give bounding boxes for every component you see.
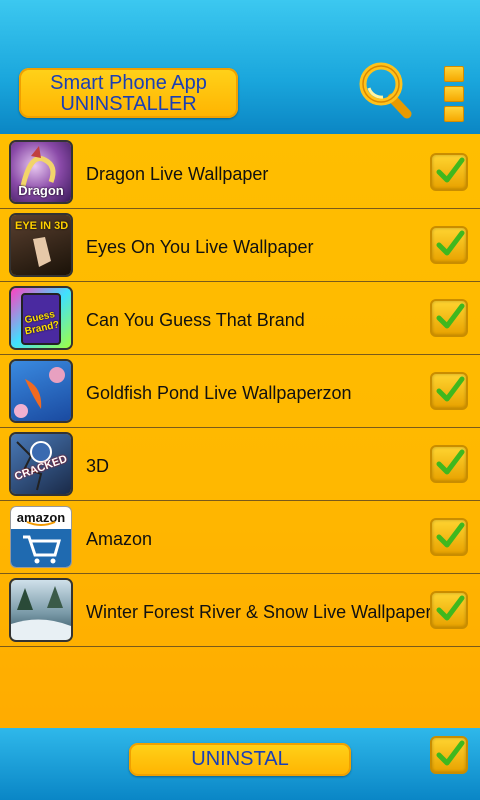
app-title-line1: Smart Phone App [50,72,207,94]
app-thumbnail-dragon: Dragon [11,142,71,202]
app-checkbox[interactable] [430,153,468,191]
uninstall-button[interactable]: UNINSTAL [129,743,351,776]
list-item[interactable]: CRACKED 3D [0,428,480,501]
app-checkbox[interactable] [430,518,468,556]
app-title-button[interactable]: Smart Phone App UNINSTALLER [19,68,238,118]
app-name: 3D [86,456,110,476]
check-icon [436,376,465,402]
app-name: Eyes On You Live Wallpaper [86,237,314,257]
app-thumbnail-guess-brand: Guess Brand? [11,288,71,348]
app-list: Dragon Dragon Live Wallpaper EYE IN 3D E… [0,136,480,647]
menu-bar [444,66,464,82]
app-checkbox[interactable] [430,226,468,264]
list-item[interactable]: Winter Forest River & Snow Live Wallpape… [0,574,480,647]
select-all-checkbox[interactable] [430,736,468,774]
bottom-bar: UNINSTAL [0,728,480,800]
app-header: Smart Phone App UNINSTALLER [0,0,480,134]
check-icon [436,449,465,475]
check-icon [436,740,465,766]
app-checkbox[interactable] [430,299,468,337]
list-item[interactable]: amazon Amazon [0,501,480,574]
app-name: Can You Guess That Brand [86,310,305,330]
menu-bar [444,106,464,122]
list-item[interactable]: EYE IN 3D Eyes On You Live Wallpaper [0,209,480,282]
thumbnail-caption: Dragon [18,183,64,198]
check-icon [436,595,465,621]
app-title-line2: UNINSTALLER [60,93,197,115]
app-name: Winter Forest River & Snow Live Wallpape… [86,602,432,622]
app-thumbnail-winter-forest [11,580,71,640]
app-thumbnail-goldfish [11,361,71,421]
app-checkbox[interactable] [430,445,468,483]
app-name: Dragon Live Wallpaper [86,164,269,184]
list-item[interactable]: Goldfish Pond Live Wallpaperzon [0,355,480,428]
app-checkbox[interactable] [430,372,468,410]
check-icon [436,230,465,256]
check-icon [436,303,465,329]
search-icon[interactable] [357,60,413,120]
app-thumbnail-eyes: EYE IN 3D [11,215,71,275]
app-thumbnail-3d-cracked: CRACKED [11,434,71,494]
check-icon [436,522,465,548]
menu-icon[interactable] [444,66,464,122]
menu-bar [444,86,464,102]
list-item[interactable]: Guess Brand? Can You Guess That Brand [0,282,480,355]
list-item[interactable]: Dragon Dragon Live Wallpaper [0,136,480,209]
app-thumbnail-amazon: amazon [11,507,71,567]
app-name: Amazon [86,529,153,549]
check-icon [436,157,465,183]
app-checkbox[interactable] [430,591,468,629]
app-name: Goldfish Pond Live Wallpaperzon [86,383,352,403]
